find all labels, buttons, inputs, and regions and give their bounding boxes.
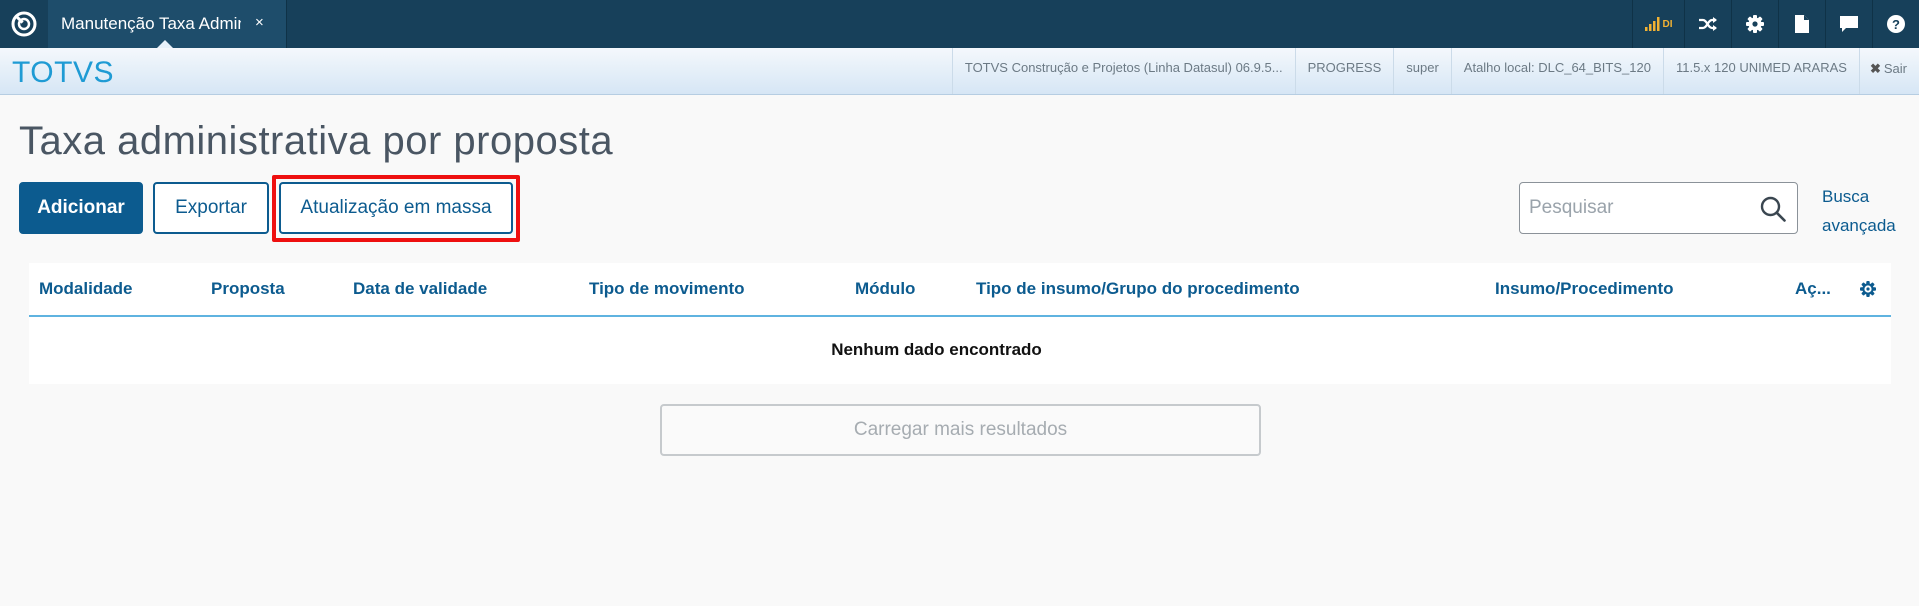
column-header-data-validade[interactable]: Data de validade: [353, 279, 487, 299]
app-logo-icon[interactable]: [0, 0, 48, 48]
column-header-acoes[interactable]: Aç...: [1795, 279, 1831, 299]
column-header-tipo-insumo[interactable]: Tipo de insumo/Grupo do procedimento: [976, 279, 1300, 299]
product-info: TOTVS Construção e Projetos (Linha Datas…: [951, 48, 1295, 94]
mass-update-button[interactable]: Atualização em massa: [279, 182, 513, 234]
export-button[interactable]: Exportar: [153, 182, 269, 234]
shuffle-icon[interactable]: [1684, 0, 1731, 48]
search-box: [1519, 182, 1798, 234]
search-input[interactable]: [1529, 195, 1749, 221]
signal-label: DI: [1662, 18, 1673, 30]
shortcut-info: Atalho local: DLC_64_BITS_120: [1450, 48, 1663, 94]
top-icon-bar: DI ?: [1632, 0, 1919, 48]
page-title: Taxa administrativa por proposta: [19, 119, 614, 163]
brand-logo: TOTVS: [12, 56, 114, 89]
user-info: super: [1393, 48, 1451, 94]
chat-icon[interactable]: [1825, 0, 1872, 48]
active-tab-pointer: [157, 40, 173, 48]
column-header-proposta[interactable]: Proposta: [211, 279, 285, 299]
column-header-tipo-movimento[interactable]: Tipo de movimento: [589, 279, 745, 299]
advanced-search-link[interactable]: Busca avançada: [1822, 182, 1912, 240]
svg-text:?: ?: [1892, 17, 1900, 32]
database-info: PROGRESS: [1294, 48, 1394, 94]
exit-icon: ✖: [1869, 61, 1881, 76]
close-icon[interactable]: ×: [255, 14, 264, 32]
document-icon[interactable]: [1778, 0, 1825, 48]
table-header: Modalidade Proposta Data de validade Tip…: [29, 263, 1891, 317]
exit-button[interactable]: ✖ Sair: [1858, 48, 1919, 94]
tab-label: Manutenção Taxa Administrativa: [61, 14, 241, 33]
load-more-button[interactable]: Carregar mais resultados: [660, 404, 1261, 456]
search-icon[interactable]: [1760, 196, 1786, 227]
add-button[interactable]: Adicionar: [19, 182, 143, 234]
gear-icon[interactable]: [1731, 0, 1778, 48]
empty-message: Nenhum dado encontrado: [831, 340, 1042, 359]
advanced-search-line2: avançada: [1822, 216, 1896, 235]
signal-icon[interactable]: DI: [1632, 0, 1684, 48]
advanced-search-line1: Busca: [1822, 187, 1870, 206]
help-icon[interactable]: ?: [1872, 0, 1919, 48]
top-bar: Manutenção Taxa Administrativa × DI: [0, 0, 1919, 48]
column-header-insumo-procedimento[interactable]: Insumo/Procedimento: [1495, 279, 1674, 299]
header-info: TOTVS Construção e Projetos (Linha Datas…: [951, 48, 1919, 94]
version-info: 11.5.x 120 UNIMED ARARAS: [1662, 48, 1859, 94]
column-header-modalidade[interactable]: Modalidade: [39, 279, 133, 299]
settings-gear-icon[interactable]: [1860, 281, 1876, 302]
column-header-modulo[interactable]: Módulo: [855, 279, 915, 299]
exit-label: Sair: [1883, 61, 1907, 76]
app-header: TOTVS TOTVS Construção e Projetos (Linha…: [0, 48, 1919, 95]
data-table: Modalidade Proposta Data de validade Tip…: [29, 263, 1891, 384]
